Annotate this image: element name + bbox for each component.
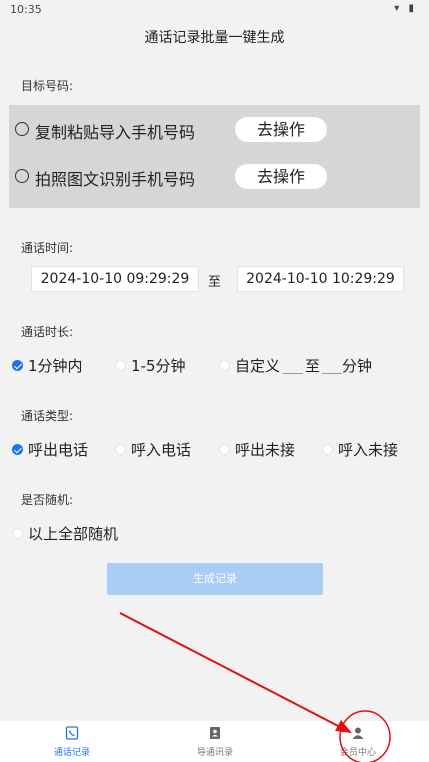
call-type-radio-incoming[interactable]	[115, 444, 126, 455]
status-bar: 10:35 ▾ ▮	[0, 0, 429, 20]
duration-label: 通话时长:	[21, 325, 74, 339]
custom-unit-label: 分钟	[342, 357, 373, 375]
call-type-radio-outgoing[interactable]	[12, 444, 23, 455]
duration-radio-custom[interactable]	[219, 360, 230, 371]
duration-option-1min: 1分钟内	[28, 357, 83, 375]
photo-ocr-go-button[interactable]: 去操作	[235, 164, 327, 189]
custom-min-input[interactable]	[283, 373, 303, 374]
status-icons: ▾ ▮	[394, 3, 417, 14]
tab-call-records-label: 通话记录	[53, 748, 90, 758]
call-time-label: 通话时间:	[21, 241, 74, 255]
call-type-outgoing-missed: 呼出未接	[235, 441, 296, 459]
duration-option-custom: 自定义	[235, 357, 281, 375]
call-type-radio-outgoing-missed[interactable]	[219, 444, 230, 455]
call-type-incoming-missed: 呼入未接	[338, 441, 399, 459]
generate-records-button[interactable]: 生成记录	[107, 563, 323, 595]
contacts-icon	[210, 727, 220, 739]
random-all-option: 以上全部随机	[28, 525, 119, 543]
random-label: 是否随机:	[21, 493, 74, 507]
photo-ocr-label: 拍照图文识别手机号码	[35, 170, 196, 189]
paste-import-radio[interactable]	[15, 122, 29, 136]
start-time-field[interactable]: 2024-10-10 09:29:29	[31, 266, 199, 292]
call-type-outgoing: 呼出电话	[28, 441, 89, 459]
call-type-label: 通话类型:	[21, 409, 74, 423]
call-type-incoming: 呼入电话	[131, 441, 192, 459]
status-time: 10:35	[10, 3, 42, 16]
phone-icon	[65, 726, 79, 740]
call-type-radio-incoming-missed[interactable]	[322, 444, 333, 455]
photo-ocr-radio[interactable]	[15, 169, 29, 183]
tab-import-contacts-label: 导通讯录	[196, 748, 233, 758]
tab-member-center-label: 会员中心	[339, 748, 376, 758]
target-label: 目标号码:	[21, 79, 74, 93]
custom-max-input[interactable]	[322, 373, 342, 374]
tab-import-contacts[interactable]: 导通讯录	[160, 721, 270, 762]
tab-member-center[interactable]: 会员中心	[303, 721, 413, 762]
custom-range-separator: 至	[305, 357, 321, 375]
duration-option-1-5min: 1-5分钟	[131, 357, 186, 375]
user-icon	[352, 727, 364, 739]
duration-radio-1min[interactable]	[12, 360, 23, 371]
random-all-radio[interactable]	[12, 528, 23, 539]
time-range-separator: 至	[208, 275, 222, 290]
bottom-tab-bar: 通话记录 导通讯录 会员中心	[0, 721, 429, 762]
paste-import-go-button[interactable]: 去操作	[235, 117, 327, 142]
annotation-arrow	[119, 612, 343, 729]
paste-import-label: 复制粘贴导入手机号码	[35, 123, 196, 142]
duration-radio-1-5min[interactable]	[115, 360, 126, 371]
tab-call-records[interactable]: 通话记录	[17, 721, 127, 762]
page-title: 通话记录批量一键生成	[144, 30, 285, 46]
end-time-field[interactable]: 2024-10-10 10:29:29	[237, 266, 404, 292]
